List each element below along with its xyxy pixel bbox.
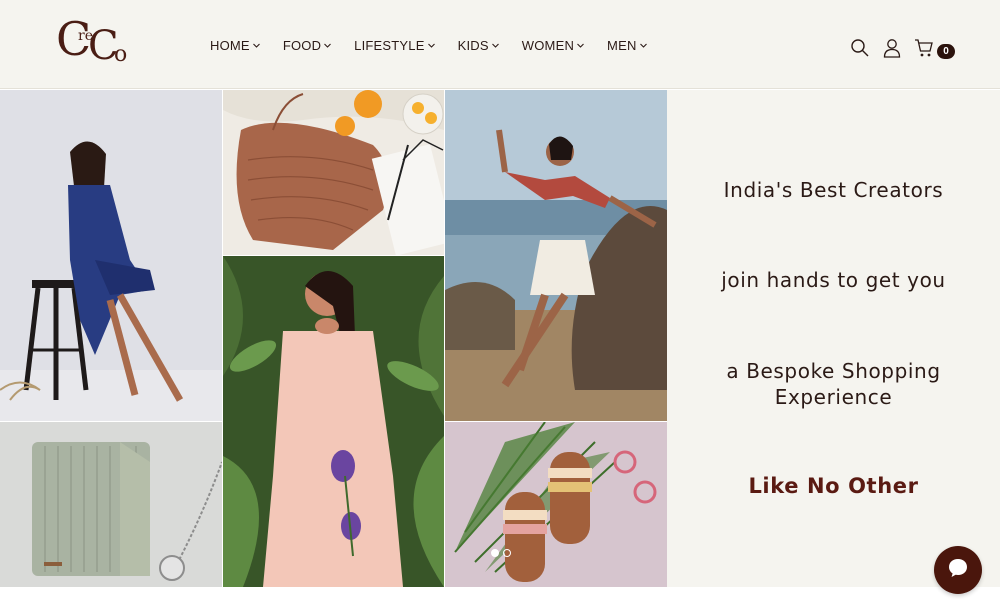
nav-label: WOMEN [521,38,575,53]
nav-item-lifestyle[interactable]: LIFESTYLE [354,38,435,53]
chevron-down-icon [324,42,332,49]
cart-icon [914,38,934,58]
nav-label: HOME [210,38,250,53]
site-header: C re C o HOME FOOD LIFESTYLE KIDS WOMEN … [0,0,1000,89]
nav-label: KIDS [457,38,489,53]
chevron-down-icon [427,42,435,49]
tagline-line-3-text: a Bespoke Shopping Experience [726,359,941,409]
cart-button[interactable]: 0 [914,36,955,59]
hero-image-beach[interactable] [445,90,667,421]
hero-image-sandals[interactable] [445,422,667,587]
chevron-down-icon [577,42,584,49]
nav-label: MEN [607,38,637,53]
chevron-down-icon [639,42,647,49]
page-bottom-strip [0,587,1000,600]
hero-image-blue-dress[interactable] [0,90,222,421]
cart-count-badge: 0 [937,44,955,59]
tagline-line-1: India's Best Creators [723,178,944,202]
slider-dot[interactable] [503,549,511,557]
logo-letter: o [114,42,128,67]
slider-dot[interactable] [491,549,499,557]
nav-item-women[interactable]: WOMEN [522,38,584,53]
chevron-down-icon [252,42,260,49]
hero-collage [0,90,667,587]
slider-dots [491,549,511,557]
nav-item-kids[interactable]: KIDS [458,38,499,53]
hero-tagline-panel: India's Best Creators join hands to get … [667,90,1000,587]
chevron-down-icon [491,42,499,49]
chat-button[interactable] [934,546,982,594]
nav-label: LIFESTYLE [354,38,425,53]
nav-item-food[interactable]: FOOD [282,38,332,53]
user-icon[interactable] [882,38,902,58]
nav-label: FOOD [282,38,322,53]
main-nav: HOME FOOD LIFESTYLE KIDS WOMEN MEN [210,38,670,53]
hero-image-wallet[interactable] [0,422,222,587]
tagline-line-2: join hands to get you [721,268,946,292]
hero-image-pink-dress[interactable] [223,256,444,587]
search-icon[interactable] [850,38,870,58]
tagline-line-3: a Bespoke Shopping Experience [667,358,1000,410]
nav-item-men[interactable]: MEN [607,38,647,53]
chat-bubble-icon [946,556,970,584]
tagline-line-4: Like No Other [748,474,919,498]
header-actions: 0 [850,36,955,59]
brand-logo[interactable]: C re C o [56,14,136,68]
nav-item-home[interactable]: HOME [210,38,260,53]
hero-image-macrame-bag[interactable] [223,90,444,255]
